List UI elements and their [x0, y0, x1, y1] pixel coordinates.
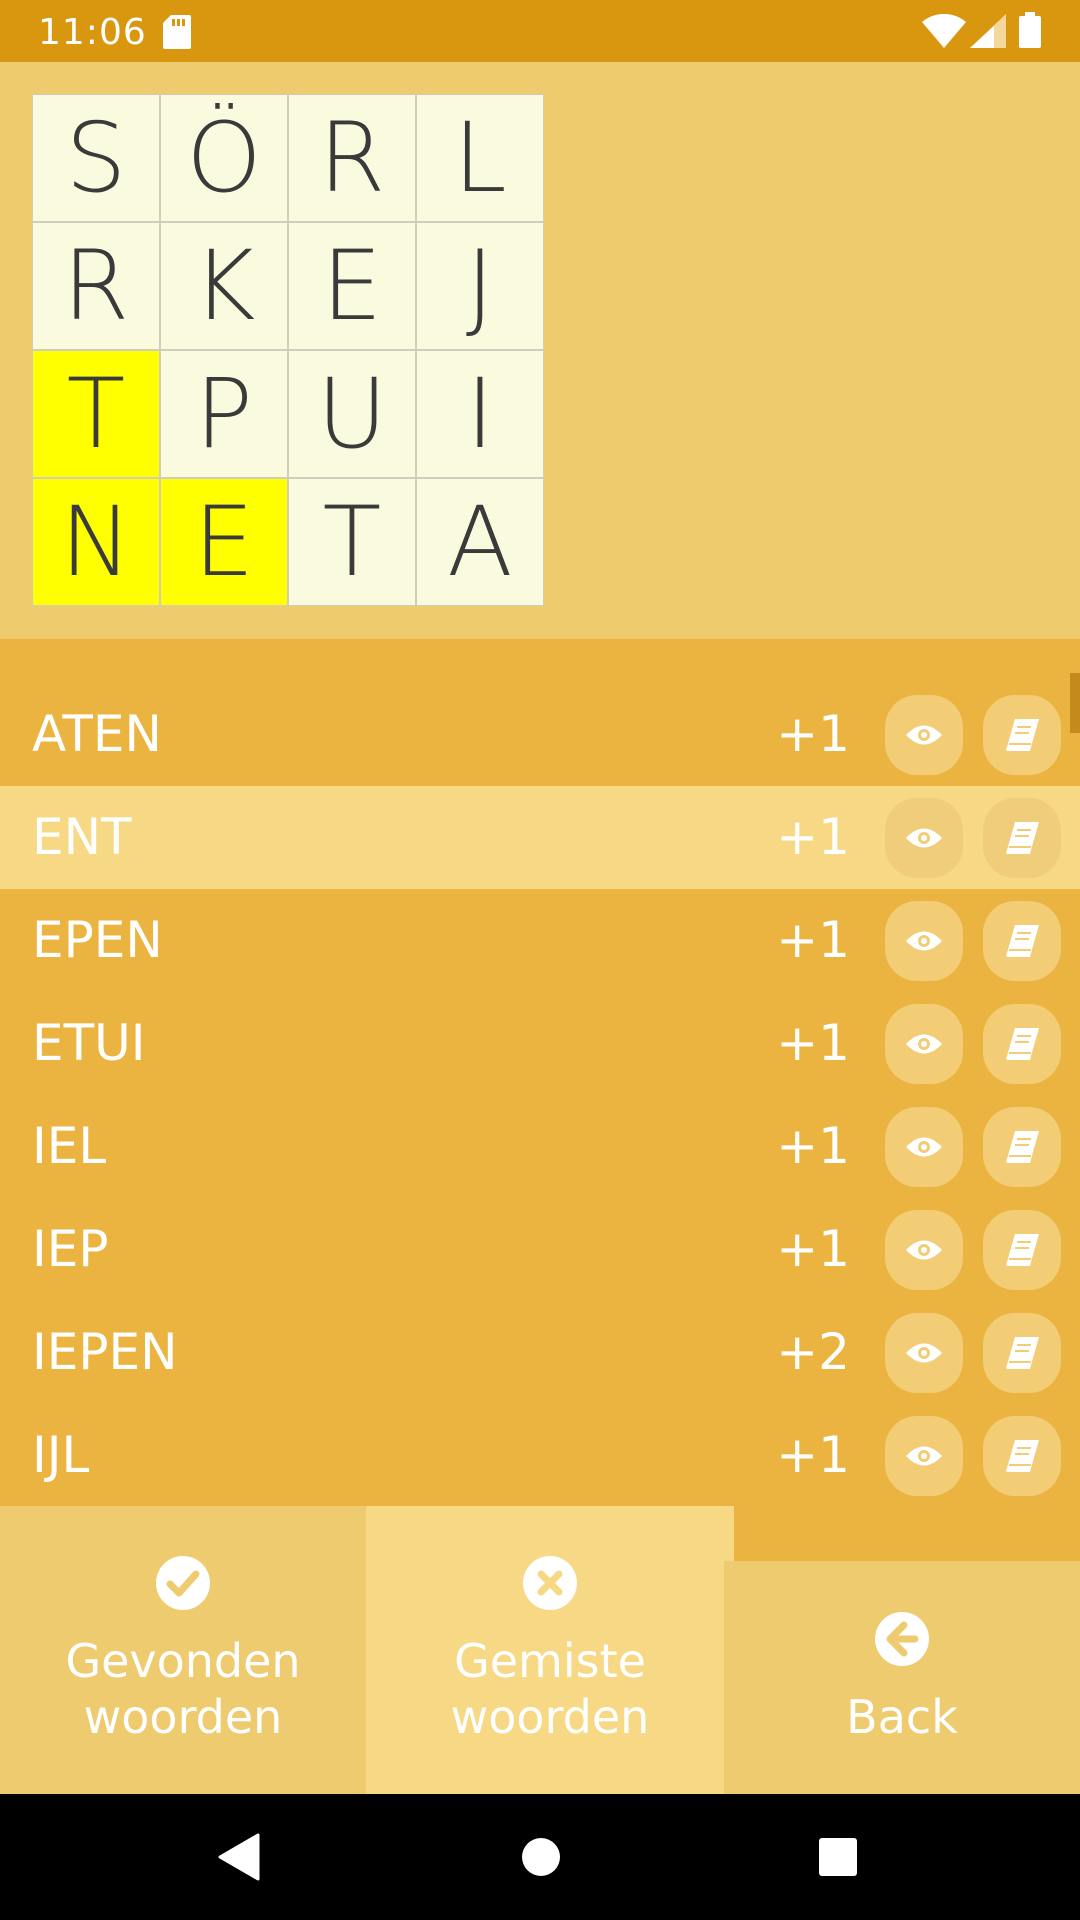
tab-missed-label: Gemiste woorden	[450, 1634, 650, 1744]
arrow-left-circle-icon	[874, 1611, 930, 1679]
battery-icon	[1019, 12, 1041, 53]
sd-card-icon	[163, 15, 191, 54]
word-points: +1	[776, 1426, 850, 1484]
home-circle-icon[interactable]	[518, 1794, 564, 1920]
eye-icon[interactable]	[885, 798, 963, 878]
word-label: IEL	[32, 1117, 107, 1175]
tab-missed-words[interactable]: Gemiste woorden	[366, 1506, 734, 1794]
word-row[interactable]: ATEN +1	[0, 683, 1080, 786]
word-points: +1	[776, 1014, 850, 1072]
check-circle-icon	[155, 1555, 211, 1623]
book-icon[interactable]	[983, 1313, 1061, 1393]
grid-cell[interactable]: P	[160, 350, 288, 478]
x-circle-icon	[522, 1555, 578, 1623]
grid-cell[interactable]: S	[32, 94, 160, 222]
book-icon[interactable]	[983, 798, 1061, 878]
grid-cell[interactable]: J	[416, 222, 544, 350]
word-points: +1	[776, 705, 850, 763]
book-icon[interactable]	[983, 901, 1061, 981]
status-bar: 11:06	[0, 0, 1080, 62]
bottom-navigation: Gevonden woorden Gemiste woorden Back	[0, 1506, 1080, 1794]
eye-icon[interactable]	[885, 1107, 963, 1187]
eye-icon[interactable]	[885, 1004, 963, 1084]
back-label: Back	[846, 1689, 958, 1744]
grid-cell[interactable]: E	[160, 478, 288, 606]
grid-cell[interactable]: T	[32, 350, 160, 478]
recents-square-icon[interactable]	[815, 1794, 861, 1920]
book-icon[interactable]	[983, 1004, 1061, 1084]
book-icon[interactable]	[983, 1416, 1061, 1496]
signal-icon	[970, 14, 1006, 53]
word-label: ETUI	[32, 1014, 146, 1072]
word-row[interactable]: IJL +1	[0, 1404, 1080, 1507]
word-list[interactable]: ATEN +1 ENT +1 EPEN +1 ETUI +1 IEL +1 IE…	[0, 639, 1080, 1561]
word-row[interactable]: ENT +1	[0, 786, 1080, 889]
word-row[interactable]: ETUI +1	[0, 992, 1080, 1095]
status-time: 11:06	[38, 12, 147, 53]
eye-icon[interactable]	[885, 1416, 963, 1496]
grid-cell[interactable]: A	[416, 478, 544, 606]
word-points: +1	[776, 1117, 850, 1175]
book-icon[interactable]	[983, 695, 1061, 775]
word-points: +1	[776, 911, 850, 969]
grid-cell[interactable]: L	[416, 94, 544, 222]
word-points: +1	[776, 808, 850, 866]
word-points: +1	[776, 1220, 850, 1278]
grid-cell[interactable]: R	[288, 94, 416, 222]
back-triangle-icon[interactable]	[210, 1794, 266, 1920]
eye-icon[interactable]	[885, 695, 963, 775]
grid-cell[interactable]: K	[160, 222, 288, 350]
eye-icon[interactable]	[885, 1313, 963, 1393]
tab-found-label: Gevonden woorden	[65, 1634, 301, 1744]
word-row[interactable]: IEP +1	[0, 1198, 1080, 1301]
back-button[interactable]: Back	[724, 1561, 1080, 1794]
letter-grid: S Ö R L R K E J T P U I N E T A	[32, 94, 544, 606]
word-row[interactable]: IEL +1	[0, 1095, 1080, 1198]
word-label: ENT	[32, 808, 132, 866]
word-label: ATEN	[32, 705, 162, 763]
word-points: +2	[776, 1323, 850, 1381]
tab-found-words[interactable]: Gevonden woorden	[0, 1506, 366, 1794]
word-label: EPEN	[32, 911, 163, 969]
grid-cell[interactable]: U	[288, 350, 416, 478]
system-navigation-bar	[0, 1794, 1080, 1920]
grid-cell[interactable]: T	[288, 478, 416, 606]
eye-icon[interactable]	[885, 1210, 963, 1290]
word-row[interactable]: IEPEN +2	[0, 1301, 1080, 1404]
grid-cell[interactable]: N	[32, 478, 160, 606]
grid-cell[interactable]: I	[416, 350, 544, 478]
grid-cell[interactable]: R	[32, 222, 160, 350]
word-label: IJL	[32, 1426, 90, 1484]
word-label: IEP	[32, 1220, 109, 1278]
wifi-icon	[922, 13, 966, 53]
grid-cell[interactable]: Ö	[160, 94, 288, 222]
book-icon[interactable]	[983, 1107, 1061, 1187]
grid-cell[interactable]: E	[288, 222, 416, 350]
book-icon[interactable]	[983, 1210, 1061, 1290]
word-row[interactable]: EPEN +1	[0, 889, 1080, 992]
word-label: IEPEN	[32, 1323, 178, 1381]
board-area: S Ö R L R K E J T P U I N E T A	[0, 62, 1080, 639]
eye-icon[interactable]	[885, 901, 963, 981]
